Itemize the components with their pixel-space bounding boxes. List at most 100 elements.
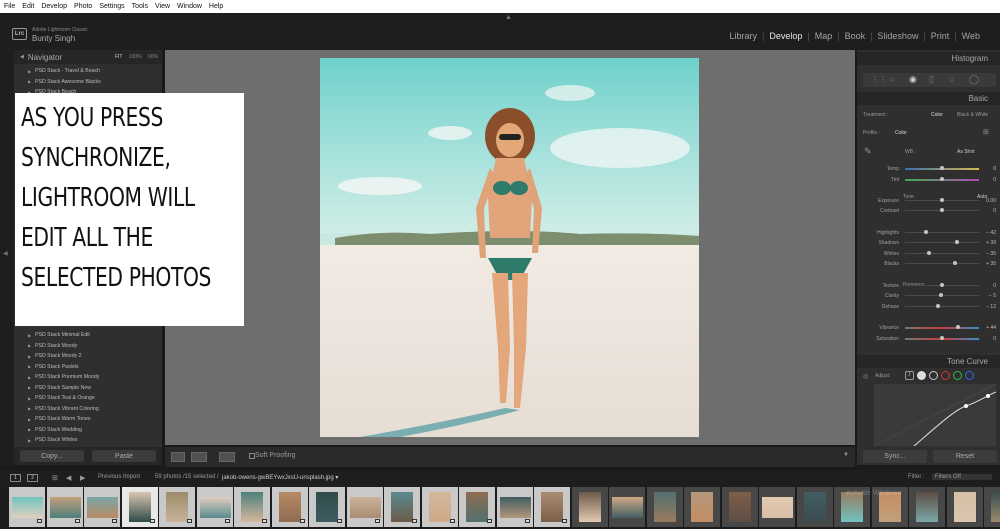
slider-value[interactable]: − 12 <box>976 304 996 310</box>
slider-track[interactable] <box>905 327 979 329</box>
filmstrip-thumbnail[interactable] <box>571 487 608 527</box>
graduated-filter-icon[interactable]: ▯ <box>929 74 934 85</box>
filmstrip-thumbnail[interactable] <box>459 487 495 527</box>
filmstrip-thumbnail[interactable] <box>909 487 945 527</box>
slider-clarity[interactable]: Clarity − 5 <box>857 292 1000 300</box>
slider-value[interactable]: 0 <box>976 336 996 342</box>
expand-triangle-icon[interactable]: ▶ <box>28 406 31 411</box>
collection-item[interactable]: ▶ PSD Stack Moody 2 <box>14 351 162 362</box>
slider-handle[interactable] <box>924 229 929 234</box>
slider-handle[interactable] <box>940 208 944 213</box>
module-map[interactable]: Map <box>815 31 833 41</box>
expand-triangle-icon[interactable]: ▶ <box>28 343 31 348</box>
slider-value[interactable]: 0 <box>976 177 996 183</box>
filmstrip-thumbnail[interactable] <box>159 487 195 527</box>
zoom-fit[interactable]: FIT <box>115 54 122 60</box>
slider-texture[interactable]: Texture 0 <box>857 282 1000 290</box>
zoom-100[interactable]: 100% <box>129 54 142 60</box>
collection-item[interactable]: ▶ PSD Stack Awesome Blacks <box>14 77 162 88</box>
filmstrip-thumbnail[interactable] <box>684 487 720 527</box>
module-web[interactable]: Web <box>962 31 980 41</box>
paste-button[interactable]: Paste <box>92 450 156 462</box>
slider-value[interactable]: + 35 <box>976 261 996 267</box>
collection-item[interactable]: ▶ PSD Stack Vibrant Coloring <box>14 404 162 415</box>
menu-view[interactable]: View <box>155 3 170 10</box>
back-arrow-icon[interactable]: ◀ <box>66 474 71 482</box>
spot-removal-icon[interactable]: ◉ <box>909 74 917 85</box>
slider-handle[interactable] <box>953 261 958 266</box>
module-book[interactable]: Book <box>845 31 866 41</box>
expand-triangle-icon[interactable]: ▶ <box>28 396 31 401</box>
slider-value[interactable]: + 44 <box>976 325 996 331</box>
slider-value[interactable]: 0 <box>976 166 996 172</box>
collection-item[interactable]: ▶ PSD Stack - Travel & Beach <box>14 66 162 77</box>
slider-blacks[interactable]: Blacks + 35 <box>857 260 1000 268</box>
slider-dehaze[interactable]: Dehaze − 12 <box>857 303 1000 311</box>
zoom-66[interactable]: 66% <box>148 54 158 60</box>
collection-item[interactable]: ▶ PSD Stack Warm Tones <box>14 414 162 425</box>
slider-value[interactable]: 0 <box>976 208 996 214</box>
point-curve-rgb-icon[interactable] <box>917 371 926 380</box>
slider-exposure[interactable]: Exposure 0.00 <box>857 197 1000 205</box>
compare-button[interactable] <box>219 452 235 462</box>
expand-triangle-icon[interactable]: ▶ <box>28 354 31 359</box>
filmstrip-thumbnail[interactable] <box>946 487 983 527</box>
filmstrip-thumbnail[interactable] <box>46 487 83 527</box>
collection-item[interactable]: ▶ PSD Stack Wedding <box>14 425 162 436</box>
menu-photo[interactable]: Photo <box>74 3 92 10</box>
slider-handle[interactable] <box>940 176 944 181</box>
slider-whites[interactable]: Whites − 35 <box>857 250 1000 258</box>
brush-tool-icon[interactable]: ◯ <box>969 74 979 85</box>
curve-blue-icon[interactable] <box>965 371 974 380</box>
profile-value[interactable]: Color <box>895 130 907 136</box>
filmstrip-thumbnail[interactable] <box>309 487 345 527</box>
filmstrip-thumbnail[interactable] <box>346 487 383 527</box>
curve-green-icon[interactable] <box>953 371 962 380</box>
page-2-button[interactable]: 2 <box>27 474 38 482</box>
collection-item[interactable]: ▶ PSD Stack Sample New <box>14 383 162 394</box>
expand-triangle-icon[interactable]: ▶ <box>28 375 31 380</box>
grid-tool-icon[interactable]: ⋮⋮ <box>871 75 887 84</box>
reset-button[interactable]: Reset <box>933 450 997 463</box>
slider-vibrance[interactable]: Vibrance + 44 <box>857 324 1000 332</box>
expand-triangle-icon[interactable]: ▶ <box>28 79 31 84</box>
filmstrip-thumbnail[interactable] <box>234 487 270 527</box>
slider-value[interactable]: + 39 <box>976 240 996 246</box>
slider-value[interactable]: − 42 <box>976 230 996 236</box>
parametric-curve-icon[interactable]: / <box>905 371 914 380</box>
collapse-left-arrow-icon[interactable]: ◀ <box>3 250 8 257</box>
filmstrip-thumbnail[interactable] <box>796 487 833 527</box>
collection-item[interactable]: ▶ PSD Stack Moody <box>14 341 162 352</box>
filmstrip-thumbnail[interactable] <box>271 487 308 527</box>
slider-handle[interactable] <box>940 335 944 340</box>
slider-track[interactable] <box>905 231 979 233</box>
filmstrip-thumbnail[interactable] <box>196 487 233 527</box>
slider-temp[interactable]: Temp 0 <box>857 165 1000 173</box>
slider-handle[interactable] <box>927 250 932 255</box>
navigator-header[interactable]: ◀ Navigator FIT 100% 66% <box>14 50 162 64</box>
slider-handle[interactable] <box>935 303 940 308</box>
wb-eyedropper-icon[interactable]: ✎ <box>864 146 872 157</box>
filmstrip-thumbnail[interactable] <box>534 487 570 527</box>
module-slideshow[interactable]: Slideshow <box>877 31 918 41</box>
treatment-bw[interactable]: Black & White <box>957 112 988 118</box>
filmstrip-thumbnail[interactable] <box>384 487 420 527</box>
slider-value[interactable]: 0.00 <box>976 198 996 204</box>
collection-item[interactable]: ▶ PSD Stack Premium Moody <box>14 372 162 383</box>
filmstrip-thumbnail[interactable] <box>84 487 120 527</box>
crop-tool-icon[interactable]: ○ <box>889 74 894 84</box>
slider-handle[interactable] <box>954 240 959 245</box>
tone-curve-graph[interactable] <box>874 384 996 446</box>
slider-shadows[interactable]: Shadows + 39 <box>857 239 1000 247</box>
filmstrip-thumbnail[interactable] <box>121 487 158 527</box>
toolbar-menu-icon[interactable]: ▼ <box>843 452 849 458</box>
filmstrip-thumbnail[interactable] <box>496 487 533 527</box>
filmstrip-thumbnail[interactable] <box>984 487 1000 527</box>
copy-button[interactable]: Copy... <box>20 450 84 462</box>
menu-file[interactable]: File <box>4 3 15 10</box>
loupe-view-button[interactable] <box>171 452 185 462</box>
slider-handle[interactable] <box>940 282 944 287</box>
expand-triangle-icon[interactable]: ▶ <box>28 333 31 338</box>
expand-triangle-icon[interactable]: ▶ <box>28 364 31 369</box>
slider-contrast[interactable]: Contrast 0 <box>857 207 1000 215</box>
